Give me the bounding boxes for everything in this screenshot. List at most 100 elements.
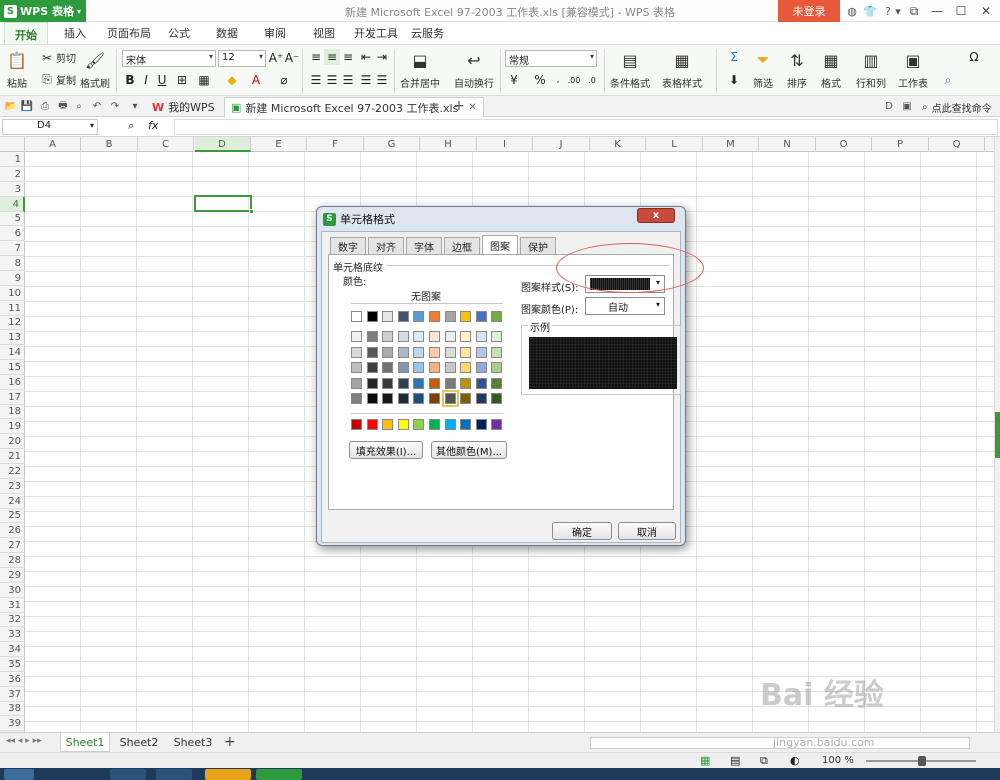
color-swatch[interactable] xyxy=(351,377,362,389)
row-header-8[interactable]: 8 xyxy=(0,256,25,271)
row-header-37[interactable]: 37 xyxy=(0,687,25,702)
color-swatch[interactable] xyxy=(460,362,472,374)
color-swatch[interactable] xyxy=(366,362,378,374)
column-header-g[interactable]: G xyxy=(364,137,420,152)
row-header-30[interactable]: 30 xyxy=(0,583,25,598)
align-right-icon[interactable]: ☰ xyxy=(340,72,356,88)
row-header-35[interactable]: 35 xyxy=(0,657,25,672)
normal-view-icon[interactable]: ▦ xyxy=(700,754,710,767)
login-button[interactable]: 未登录 xyxy=(778,0,840,22)
tab-cloud[interactable]: 云服务 xyxy=(411,25,444,41)
fill-down-icon[interactable]: ⬇ xyxy=(726,72,742,88)
row-header-16[interactable]: 16 xyxy=(0,375,25,390)
indent-increase-icon[interactable]: ⇥ xyxy=(374,49,390,65)
sheet-tab-2[interactable]: Sheet2 xyxy=(114,733,164,752)
color-swatch[interactable] xyxy=(382,393,394,405)
tab-workbook[interactable]: ▣ 新建 Microsoft Excel 97-2003 工作表.xls ✕ xyxy=(224,97,484,117)
standard-color-swatch[interactable] xyxy=(444,419,456,430)
row-header-24[interactable]: 24 xyxy=(0,494,25,509)
eye-protection-icon[interactable]: ◐ xyxy=(790,754,800,767)
row-header-9[interactable]: 9 xyxy=(0,271,25,286)
color-swatch[interactable] xyxy=(491,311,503,322)
close-window-button[interactable]: ✕ xyxy=(975,1,997,21)
doc-icon[interactable]: D xyxy=(882,99,896,113)
vertical-scrollbar[interactable] xyxy=(994,137,1000,732)
cancel-button[interactable]: 取消 xyxy=(618,522,676,540)
font-color-icon[interactable]: A xyxy=(248,72,264,88)
pattern-color-select[interactable]: 自动 ▾ xyxy=(585,297,665,315)
increase-decimal-icon[interactable]: .00 xyxy=(566,72,582,88)
font-name-select[interactable]: 宋体 ▾ xyxy=(122,50,216,67)
dialog-close-button[interactable]: x xyxy=(637,208,675,223)
color-swatch[interactable] xyxy=(475,393,487,405)
scroll-indicator[interactable] xyxy=(995,412,1000,458)
print-preview-icon[interactable]: ⌕ xyxy=(72,99,86,113)
merge-cells-icon[interactable]: ▦ xyxy=(196,72,212,88)
indent-decrease-icon[interactable]: ⇤ xyxy=(358,49,374,65)
standard-color-swatch[interactable] xyxy=(366,419,378,430)
new-tab-icon[interactable]: + xyxy=(452,98,466,114)
row-header-18[interactable]: 18 xyxy=(0,404,25,420)
color-swatch[interactable] xyxy=(413,311,425,322)
autosum-icon[interactable]: Σ xyxy=(726,49,742,65)
find-icon[interactable]: ⌕ xyxy=(940,72,956,88)
color-swatch[interactable] xyxy=(441,390,459,408)
layout-icon[interactable]: ▣ xyxy=(900,99,914,113)
restore-ribbon-icon[interactable]: ⧉ xyxy=(903,1,925,21)
align-bottom-icon[interactable]: ≡ xyxy=(340,49,356,65)
tab-font[interactable]: 字体 xyxy=(406,237,442,254)
standard-color-swatch[interactable] xyxy=(460,419,472,430)
color-swatch[interactable] xyxy=(382,377,394,389)
row-header-23[interactable]: 23 xyxy=(0,479,25,494)
color-swatch[interactable] xyxy=(444,331,456,342)
color-swatch[interactable] xyxy=(491,331,503,342)
color-swatch[interactable] xyxy=(429,377,440,389)
color-swatch[interactable] xyxy=(366,311,378,322)
color-swatch[interactable] xyxy=(460,393,472,405)
print-icon[interactable]: 🖶 xyxy=(56,99,70,113)
row-header-25[interactable]: 25 xyxy=(0,508,25,524)
color-swatch[interactable] xyxy=(460,377,472,389)
ok-button[interactable]: 确定 xyxy=(552,522,612,540)
color-swatch[interactable] xyxy=(444,362,456,374)
row-header-39[interactable]: 39 xyxy=(0,716,25,732)
color-swatch[interactable] xyxy=(475,346,487,358)
tab-insert[interactable]: 插入 xyxy=(64,25,86,41)
zoom-level[interactable]: 100 % xyxy=(822,755,854,766)
decrease-font-icon[interactable]: A⁻ xyxy=(284,50,300,66)
column-header-l[interactable]: L xyxy=(647,137,703,152)
tab-number[interactable]: 数字 xyxy=(330,237,366,254)
color-swatch[interactable] xyxy=(351,311,362,322)
row-header-21[interactable]: 21 xyxy=(0,449,25,464)
row-header-32[interactable]: 32 xyxy=(0,612,25,628)
minimize-button[interactable]: — xyxy=(926,1,948,21)
color-swatch[interactable] xyxy=(382,331,394,342)
decrease-decimal-icon[interactable]: .0 xyxy=(584,72,600,88)
skin-icon[interactable]: 👕 xyxy=(862,3,878,19)
justify-icon[interactable]: ☰ xyxy=(358,72,374,88)
row-header-3[interactable]: 3 xyxy=(0,182,25,197)
color-swatch[interactable] xyxy=(475,377,487,389)
taskbar-app[interactable] xyxy=(110,769,146,780)
standard-color-swatch[interactable] xyxy=(351,419,362,430)
tab-protection[interactable]: 保护 xyxy=(520,237,556,254)
undo-icon[interactable]: ↶ xyxy=(90,99,104,113)
standard-color-swatch[interactable] xyxy=(382,419,394,430)
row-header-38[interactable]: 38 xyxy=(0,701,25,717)
align-center-icon[interactable]: ☰ xyxy=(324,72,340,88)
row-header-29[interactable]: 29 xyxy=(0,568,25,583)
color-swatch[interactable] xyxy=(413,331,425,342)
column-header-f[interactable]: F xyxy=(308,137,364,152)
row-header-28[interactable]: 28 xyxy=(0,553,25,568)
row-header-13[interactable]: 13 xyxy=(0,330,25,346)
column-header-o[interactable]: O xyxy=(816,137,872,152)
row-header-26[interactable]: 26 xyxy=(0,523,25,539)
sheet-tab-3[interactable]: Sheet3 xyxy=(168,733,218,752)
color-swatch[interactable] xyxy=(444,377,456,389)
row-header-36[interactable]: 36 xyxy=(0,672,25,687)
rows-cols-button[interactable]: ▥ 行和列 xyxy=(856,49,886,91)
color-swatch[interactable] xyxy=(413,362,425,374)
color-swatch[interactable] xyxy=(397,377,409,389)
row-header-22[interactable]: 22 xyxy=(0,464,25,479)
color-swatch[interactable] xyxy=(460,346,472,358)
